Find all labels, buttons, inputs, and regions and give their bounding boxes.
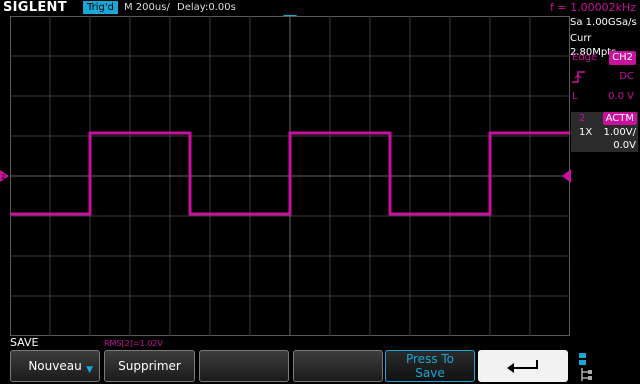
waveform-display[interactable] [10,16,570,336]
delay-readout: Delay:0.00s [177,2,236,13]
rms-measurement: RMS[2]=1.02V [104,339,163,348]
press-to-save-button[interactable]: Press To Save [385,350,475,382]
trigger-type: Edge [572,52,598,63]
frequency-readout: f = 1.00002kHz [550,1,636,14]
ch2-offset-marker[interactable]: 2 [0,170,10,182]
graticule [10,16,570,336]
trigger-level-label: L [572,91,578,102]
submenu-arrow-icon: ▼ [86,365,93,375]
rising-edge-icon [572,71,585,83]
press-to-save-label: Press To Save [405,352,455,380]
supprimer-button[interactable]: Supprimer [104,350,195,382]
network-icon [579,353,592,381]
channel-number: 2 [579,113,586,124]
timebase-readout: M 200us/ [124,2,170,13]
svg-text:2: 2 [1,173,5,181]
trigger-level-row[interactable]: L 0.0 V [570,90,638,104]
nouveau-button[interactable]: Nouveau ▼ [10,350,100,382]
menu-title: SAVE [10,336,39,349]
probe-attenuation: 1X [579,127,593,138]
channel-mode: ACTM [602,112,637,125]
empty-softkey-4[interactable] [293,350,383,382]
status-bar: SIGLENT Trig'd M 200us/ Delay:0.00s f = … [0,0,640,16]
trigger-slope-row[interactable]: DC [570,70,638,84]
return-button[interactable] [478,350,568,382]
return-arrow-icon [507,360,538,373]
empty-softkey-3[interactable] [199,350,289,382]
trigger-type-row[interactable]: Edge CH2 [570,51,638,65]
channel-offset: 0.0V [613,140,636,151]
trigger-status-badge: Trig'd [83,1,118,14]
trigger-level-value: 0.0 V [608,91,634,102]
sample-rate: Sa 1.00GSa/s [570,17,637,28]
trigger-source: CH2 [609,51,636,65]
brand-logo: SIGLENT [3,0,67,15]
trigger-coupling: DC [619,71,634,82]
right-info-panel: Sa 1.00GSa/s Curr 2.80Mpts Edge CH2 DC L… [570,16,640,336]
nouveau-label: Nouveau [28,359,82,373]
ch2-settings-box[interactable]: 2 ACTM 1X 1.00V/ 0.0V [571,112,638,152]
supprimer-label: Supprimer [118,359,181,373]
volts-per-div: 1.00V/ [603,127,636,138]
